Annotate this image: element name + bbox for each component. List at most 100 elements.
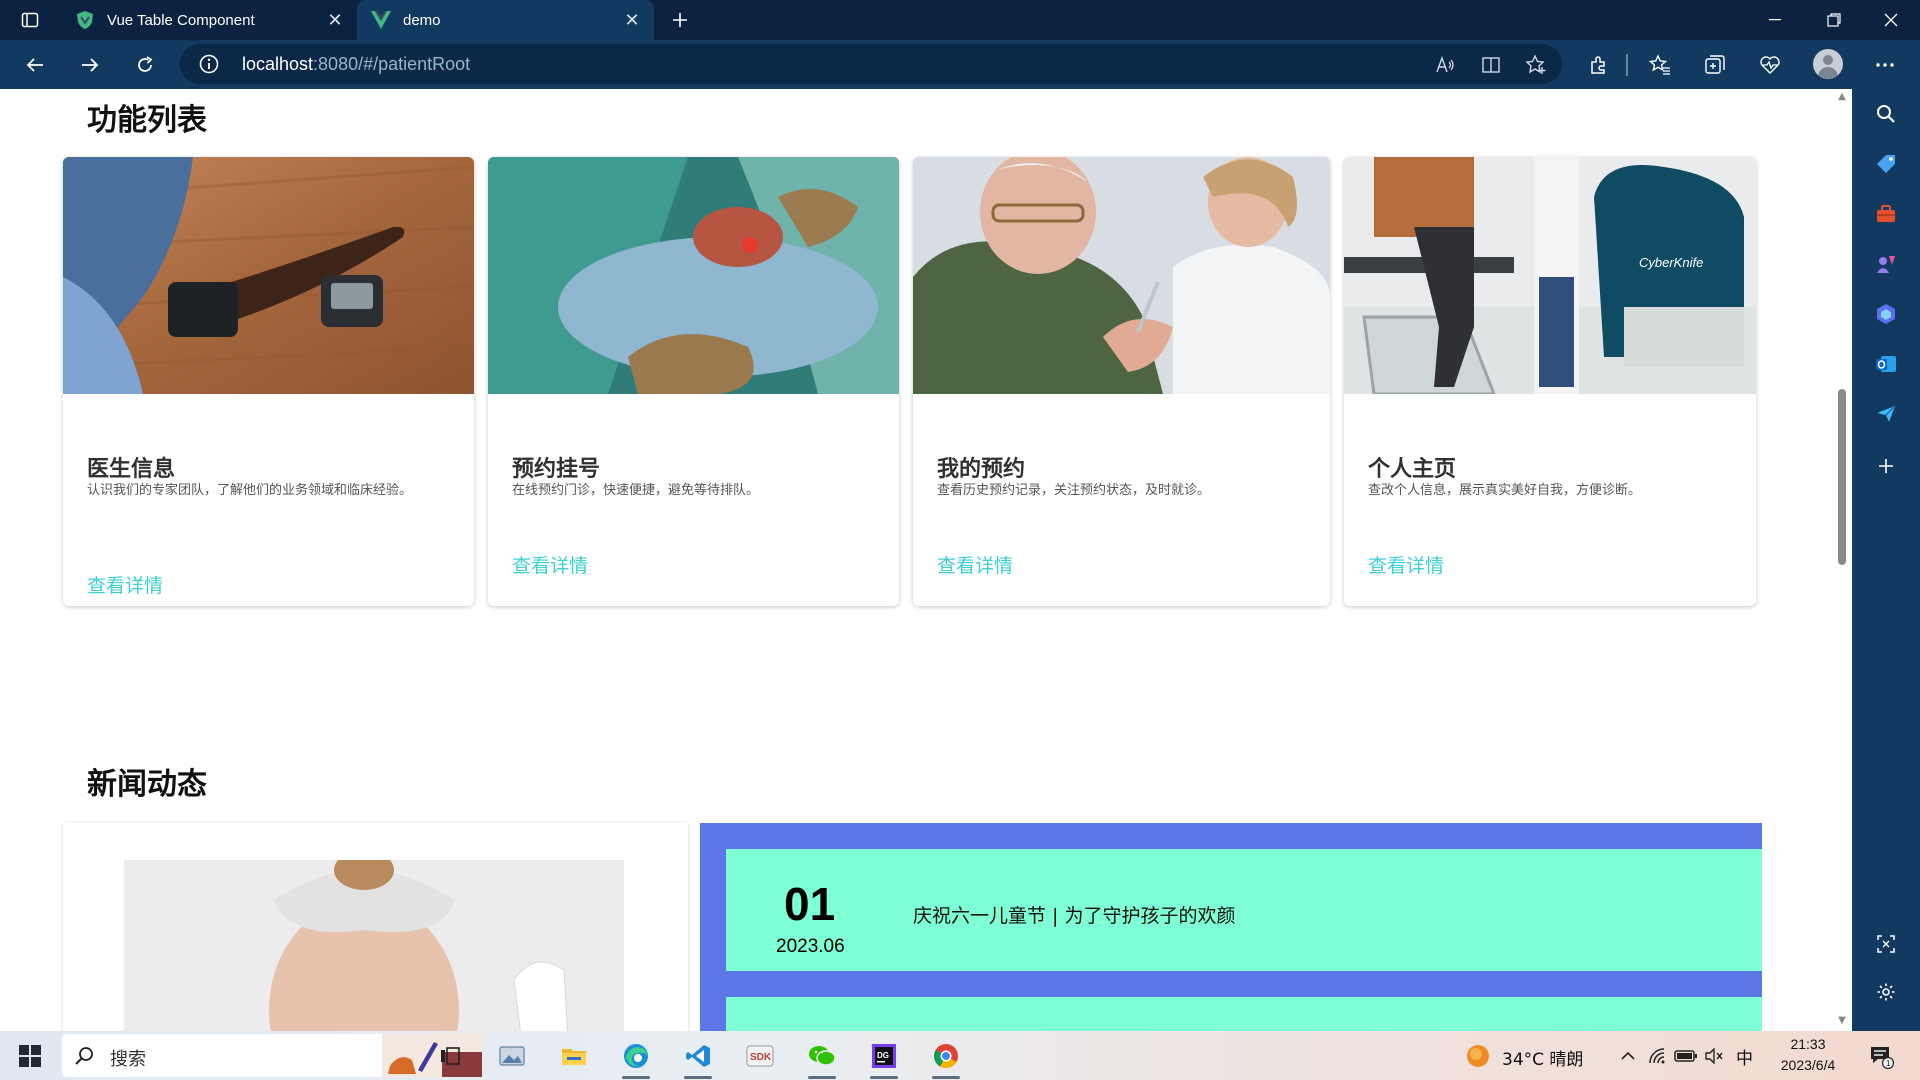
add-favorite-icon[interactable] <box>1524 53 1548 77</box>
search-icon[interactable] <box>1871 99 1901 129</box>
drop-send-icon[interactable] <box>1871 399 1901 429</box>
vscode-icon[interactable] <box>678 1036 718 1079</box>
card-title: 我的预约 <box>937 457 1026 482</box>
tab-vue-table-component[interactable]: Vue Table Component ✕ <box>61 0 357 40</box>
cyberknife-room-photo: CyberKnife <box>1344 157 1756 394</box>
news-photo[interactable] <box>124 860 624 1031</box>
tools-icon[interactable] <box>1871 199 1901 229</box>
blood-pressure-photo <box>63 157 474 394</box>
news-item[interactable] <box>726 997 1762 1031</box>
new-tab-icon[interactable] <box>664 4 696 36</box>
feature-card-doctor-info: 医生信息 认识我们的专家团队，了解他们的业务领域和临床经验。 查看详情 <box>63 157 474 606</box>
restore-icon[interactable] <box>1807 0 1861 40</box>
forward-icon[interactable] <box>73 48 107 82</box>
scroll-down-icon[interactable]: ▼ <box>1836 1015 1848 1027</box>
view-details-link[interactable]: 查看详情 <box>87 571 163 598</box>
tab-title: demo <box>403 11 441 29</box>
close-window-icon[interactable] <box>1864 0 1918 40</box>
vue-logo-favicon-icon <box>371 10 391 30</box>
copilot-icon[interactable] <box>1871 299 1901 329</box>
screenshot-icon[interactable] <box>1871 929 1901 959</box>
toolbar-divider <box>1626 54 1628 76</box>
add-sidebar-app-icon[interactable] <box>1871 451 1901 481</box>
tab-bar: Vue Table Component ✕ demo ✕ <box>0 0 1920 40</box>
taskbar-search-box[interactable]: 搜索 <box>62 1034 482 1077</box>
news-headline: 庆祝六一儿童节 | 为了守护孩子的欢颜 <box>913 905 1236 927</box>
card-title: 预约挂号 <box>512 457 601 482</box>
tab-demo[interactable]: demo ✕ <box>357 0 654 40</box>
sdk-app-icon[interactable]: SDK <box>740 1036 780 1076</box>
card-description: 查改个人信息，展示真实美好自我，方便诊断。 <box>1368 483 1642 498</box>
speaker-muted-icon[interactable] <box>1694 1036 1734 1076</box>
search-label: 搜索 <box>110 1049 146 1070</box>
running-indicator <box>684 1076 712 1079</box>
clock-time: 21:33 <box>1790 1036 1826 1052</box>
feature-card-my-appointments: 我的预约 查看历史预约记录，关注预约状态，及时就诊。 查看详情 <box>913 157 1330 606</box>
input-method-indicator[interactable]: 中 <box>1736 1044 1753 1069</box>
view-details-link[interactable]: 查看详情 <box>512 551 588 578</box>
shopping-icon[interactable] <box>1871 149 1901 179</box>
news-heading: 新闻动态 <box>87 767 207 802</box>
reading-view-icon[interactable] <box>1479 53 1503 77</box>
edge-sidebar <box>1852 89 1920 1031</box>
task-view-icon[interactable] <box>430 1036 470 1076</box>
datagrip-icon[interactable]: DG <box>864 1036 904 1079</box>
scrollbar-thumb[interactable] <box>1838 389 1846 565</box>
url-text: localhost:8080/#/patientRoot <box>242 54 471 74</box>
wechat-icon[interactable] <box>802 1036 842 1079</box>
feature-card-personal-home: CyberKnife 个人主页 查改个人信息，展示真实美好自我，方便诊断。 查看… <box>1344 157 1756 606</box>
news-featured-image-panel <box>63 823 688 1031</box>
card-description: 在线预约门诊，快速便捷，避免等待排队。 <box>512 483 760 498</box>
settings-gear-icon[interactable] <box>1871 977 1901 1007</box>
refresh-icon[interactable] <box>128 48 162 82</box>
games-icon[interactable] <box>1871 249 1901 279</box>
site-info-icon[interactable] <box>198 53 220 75</box>
read-aloud-icon[interactable] <box>1434 53 1458 77</box>
news-month: 2023.06 <box>776 936 845 957</box>
photos-app-icon[interactable] <box>492 1036 532 1076</box>
tab-actions-icon[interactable] <box>14 4 46 36</box>
features-heading: 功能列表 <box>87 103 207 138</box>
vue-shield-favicon-icon <box>75 10 95 30</box>
address-toolbar: localhost:8080/#/patientRoot <box>0 40 1920 89</box>
windows-taskbar: 搜索 SDK DG 34°C 晴朗 中 21:33 2023/6/4 1 <box>0 1031 1920 1080</box>
browser-essentials-icon[interactable] <box>1757 52 1783 78</box>
extensions-icon[interactable] <box>1586 52 1612 78</box>
collections-icon[interactable] <box>1702 52 1728 78</box>
search-icon <box>74 1045 96 1067</box>
system-clock[interactable]: 21:33 2023/6/4 <box>1772 1034 1844 1076</box>
profile-avatar[interactable] <box>1813 49 1843 79</box>
running-indicator <box>622 1076 650 1079</box>
running-indicator <box>870 1076 898 1079</box>
running-indicator <box>932 1076 960 1079</box>
card-title: 个人主页 <box>1368 457 1457 482</box>
scroll-up-icon[interactable]: ▲ <box>1836 91 1848 103</box>
weather-text[interactable]: 34°C 晴朗 <box>1502 1045 1583 1070</box>
file-explorer-icon[interactable] <box>554 1036 594 1076</box>
vaccination-photo <box>913 157 1330 394</box>
edge-browser-icon[interactable] <box>616 1036 656 1079</box>
view-details-link[interactable]: 查看详情 <box>937 551 1013 578</box>
notification-center-icon[interactable]: 1 <box>1861 1036 1901 1076</box>
url-bar[interactable]: localhost:8080/#/patientRoot <box>180 44 1562 84</box>
minimize-icon[interactable] <box>1748 0 1802 40</box>
chrome-icon[interactable] <box>926 1036 966 1079</box>
card-description: 查看历史预约记录，关注预约状态，及时就诊。 <box>937 483 1211 498</box>
favorites-icon[interactable] <box>1647 52 1673 78</box>
cyberknife-logo: CyberKnife <box>1639 255 1703 270</box>
windows-start-icon[interactable] <box>18 1044 42 1068</box>
close-tab-icon[interactable]: ✕ <box>321 6 349 34</box>
more-options-icon[interactable] <box>1872 52 1898 78</box>
outlook-icon[interactable] <box>1871 349 1901 379</box>
back-icon[interactable] <box>18 48 52 82</box>
weather-sun-icon[interactable] <box>1458 1036 1498 1076</box>
running-indicator <box>808 1076 836 1079</box>
card-title: 医生信息 <box>87 457 176 482</box>
surgery-photo <box>488 157 899 394</box>
news-list-panel: 01 2023.06 庆祝六一儿童节 | 为了守护孩子的欢颜 <box>700 823 1762 1031</box>
tab-title: Vue Table Component <box>107 11 255 29</box>
news-item[interactable]: 01 2023.06 庆祝六一儿童节 | 为了守护孩子的欢颜 <box>726 849 1762 971</box>
svg-text:DG: DG <box>877 1051 889 1060</box>
view-details-link[interactable]: 查看详情 <box>1368 551 1444 578</box>
close-tab-icon[interactable]: ✕ <box>618 6 646 34</box>
